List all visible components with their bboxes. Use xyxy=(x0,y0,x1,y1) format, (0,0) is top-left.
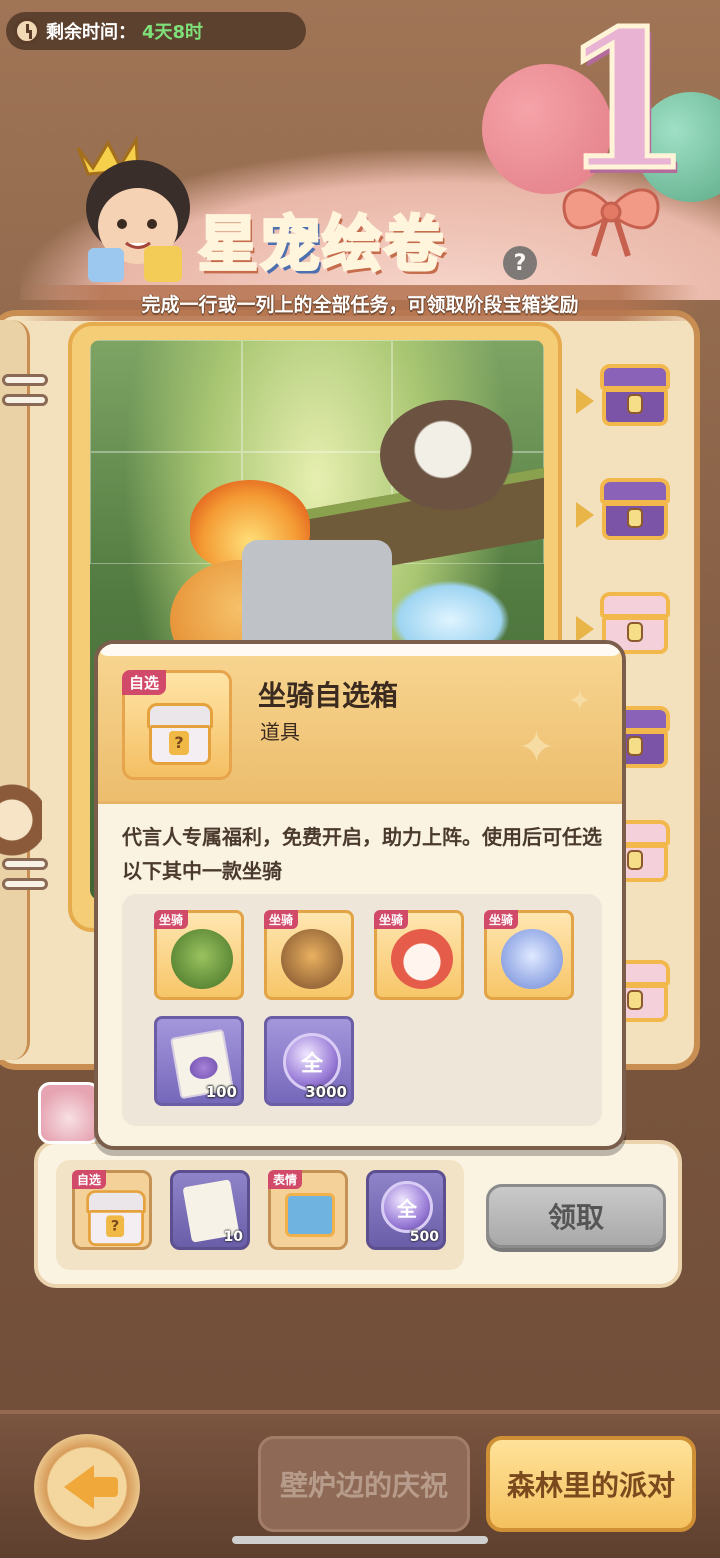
anniversary-number: 1 xyxy=(557,0,694,212)
clock-icon xyxy=(14,18,40,44)
item-detail-popup[interactable]: ✦ ✦ 自选 ? 坐骑自选箱 道具 代言人专属福利，免费开启，助力上阵。使用后可… xyxy=(94,640,626,1150)
item-quantity: 3000 xyxy=(305,1083,347,1101)
mount-chest-icon: ? xyxy=(147,703,213,767)
option-integral-card[interactable]: 100 xyxy=(154,1016,244,1106)
reward-item-mount-chest[interactable]: 自选 ? xyxy=(72,1170,152,1250)
side-character-avatar xyxy=(0,780,42,860)
item-icon-frame: 自选 ? xyxy=(122,670,232,780)
item-tag: 坐骑 xyxy=(264,910,299,929)
binder-ring-icon xyxy=(2,878,48,890)
popup-header: ✦ ✦ 自选 ? 坐骑自选箱 道具 xyxy=(98,644,622,804)
timer-value: 4天8时 xyxy=(142,22,204,43)
option-lion-dance-mount[interactable]: 坐骑 xyxy=(374,910,464,1000)
album-left-page xyxy=(0,320,30,1060)
item-tag: 坐骑 xyxy=(484,910,519,929)
lock-icon xyxy=(627,508,643,528)
mount-chest-icon: ? xyxy=(86,1190,146,1248)
cake-icon xyxy=(38,1082,100,1144)
back-arrow-icon xyxy=(64,1465,118,1509)
lock-icon xyxy=(627,622,643,642)
help-icon[interactable]: ? xyxy=(503,246,537,280)
quan-coin-icon: 全 xyxy=(381,1181,433,1233)
remaining-time-pill: 剩余时间： 4天8时 xyxy=(6,12,306,50)
tab-forest-party[interactable]: 森林里的派对 xyxy=(486,1436,696,1532)
binder-ring-icon xyxy=(2,394,48,406)
item-quantity: 100 xyxy=(205,1083,237,1101)
item-tag: 坐骑 xyxy=(374,910,409,929)
reward-item-quan-coin[interactable]: 全 500 xyxy=(366,1170,446,1250)
binder-ring-icon xyxy=(2,374,48,386)
green-bush-mount-icon xyxy=(171,929,233,989)
puzzle-piece[interactable] xyxy=(242,340,392,452)
title-part-1: 星 xyxy=(197,209,260,282)
title-part-2: 宠 xyxy=(259,209,322,282)
home-indicator xyxy=(232,1536,488,1544)
item-quantity: 500 xyxy=(409,1229,439,1245)
title-part-3: 绘卷 xyxy=(321,209,446,282)
puzzle-piece[interactable] xyxy=(90,340,242,452)
emote-box-icon xyxy=(285,1193,335,1237)
item-name: 坐骑自选箱 xyxy=(258,679,399,712)
option-quan-coin[interactable]: 全 3000 xyxy=(264,1016,354,1106)
claim-button[interactable]: 领取 xyxy=(486,1184,666,1248)
item-quantity: 10 xyxy=(223,1229,243,1245)
sparkle-icon: ✦ xyxy=(518,722,555,773)
option-pilot-bird-mount[interactable]: 坐骑 xyxy=(264,910,354,1000)
row-arrow-icon xyxy=(576,388,594,414)
tab-fireplace-celebration[interactable]: 壁炉边的庆祝 xyxy=(258,1436,470,1532)
item-tag: 自选 xyxy=(122,670,167,695)
spokesperson-avatar xyxy=(76,135,190,282)
item-type: 道具 xyxy=(260,720,300,744)
item-description: 代言人专属福利，免费开启，助力上阵。使用后可任选以下其中一款坐骑 xyxy=(122,825,602,883)
pilot-bird-pet xyxy=(380,400,520,510)
option-blue-ghost-mount[interactable]: 坐骑 xyxy=(484,910,574,1000)
option-green-bush-mount[interactable]: 坐骑 xyxy=(154,910,244,1000)
lock-icon xyxy=(627,394,643,414)
item-tag: 自选 xyxy=(72,1170,107,1189)
item-tag: 坐骑 xyxy=(154,910,189,929)
ribbon-bow-icon xyxy=(562,188,660,257)
sparkle-icon: ✦ xyxy=(568,684,592,717)
stage-chest-1[interactable] xyxy=(600,364,670,428)
lock-icon xyxy=(627,736,643,756)
reward-item-integral-card[interactable]: 10 xyxy=(170,1170,250,1250)
stage-chest-2[interactable] xyxy=(600,478,670,542)
lion-dance-mount-icon xyxy=(391,929,453,989)
back-button[interactable] xyxy=(34,1434,140,1540)
item-tag: 表情 xyxy=(268,1170,303,1189)
event-subtitle: 完成一行或一列上的全部任务，可领取阶段宝箱奖励 xyxy=(141,294,579,316)
pilot-bird-mount-icon xyxy=(281,929,343,989)
snow-trim xyxy=(98,644,622,656)
blue-ghost-mount-icon xyxy=(501,929,563,989)
lock-icon xyxy=(627,850,643,870)
timer-label: 剩余时间： xyxy=(46,22,136,43)
row-arrow-icon xyxy=(576,616,594,642)
reward-item-emote-box[interactable]: 表情 xyxy=(268,1170,348,1250)
lock-icon xyxy=(627,990,643,1010)
row-arrow-icon xyxy=(576,502,594,528)
event-title: 星宠绘卷 xyxy=(197,196,446,283)
mount-options-list: 坐骑 坐骑 坐骑 坐骑 100 全 3000 xyxy=(122,894,602,1126)
